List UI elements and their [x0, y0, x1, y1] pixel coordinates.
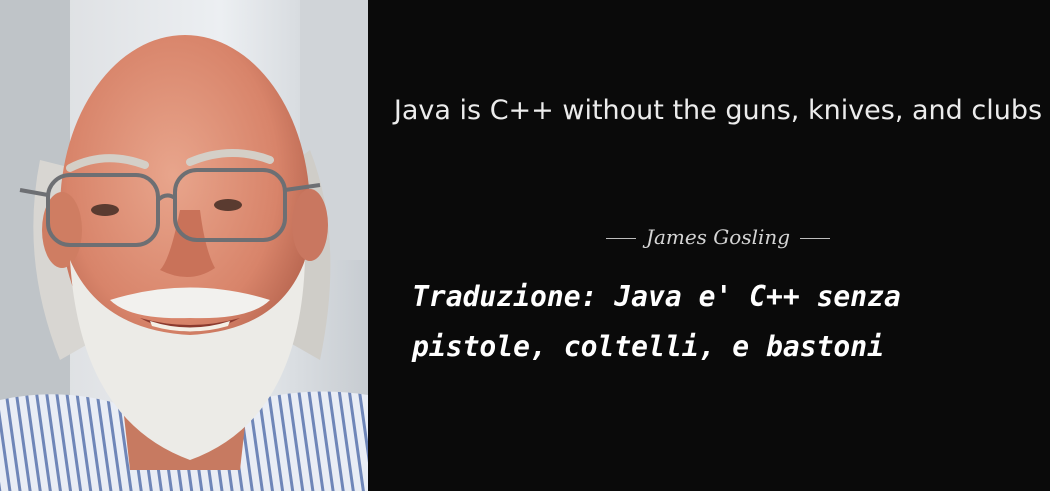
quote-attribution: James Gosling: [368, 220, 1050, 254]
quote-area: Java is C++ without the guns, knives, an…: [368, 0, 1050, 491]
attribution-dash-right: [800, 238, 831, 239]
portrait-photo: [0, 0, 368, 491]
translation-text: Traduzione: Java e' C++ senza pistole, c…: [412, 280, 901, 363]
quote-text: Java is C++ without the guns, knives, an…: [393, 95, 1043, 126]
quote-author: James Gosling: [645, 225, 791, 249]
quote-card: Java is C++ without the guns, knives, an…: [0, 0, 1050, 491]
attribution-dash-left: [605, 238, 636, 239]
